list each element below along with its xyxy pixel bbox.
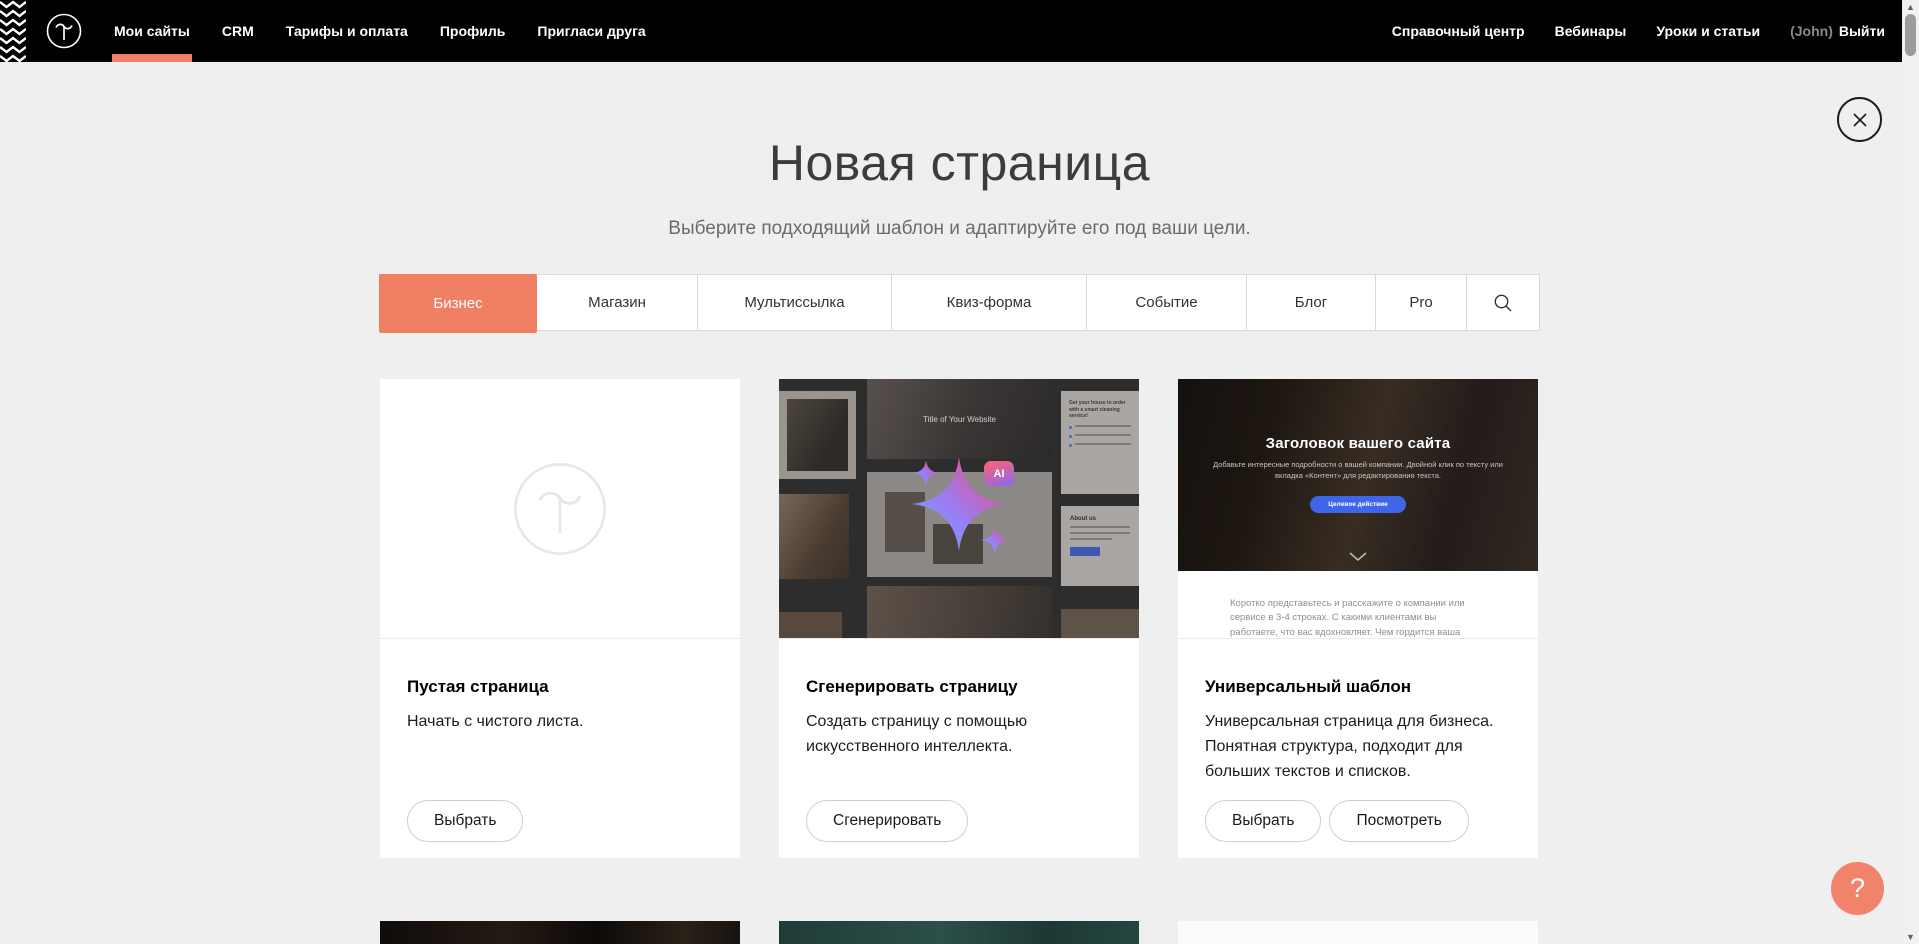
card-actions: Сгенерировать: [806, 800, 968, 842]
help-button[interactable]: ?: [1831, 862, 1884, 915]
user-session: (John) Выйти: [1790, 23, 1885, 39]
preview-tile-about-us: About us: [1061, 506, 1139, 586]
nav-item-invite-friend[interactable]: Пригласи друга: [537, 0, 645, 62]
template-category-tabs: Бизнес Магазин Мультиссылка Квиз-форма С…: [379, 274, 1540, 331]
template-hero-subtitle: Добавьте интересные подробности о вашей …: [1210, 460, 1505, 482]
ai-badge: AI: [984, 461, 1014, 486]
tab-quiz-form[interactable]: Квиз-форма: [892, 275, 1087, 330]
template-hero-title: Заголовок вашего сайта: [1178, 435, 1538, 452]
nav-item-my-sites[interactable]: Мои сайты: [114, 0, 190, 62]
card-title: Универсальный шаблон: [1205, 677, 1511, 697]
tab-event[interactable]: Событие: [1087, 275, 1247, 330]
zigzag-decoration: [0, 0, 26, 62]
nav-item-label: Уроки и статьи: [1656, 23, 1760, 39]
template-card-ai: Title of Your Website Get your house in …: [779, 379, 1139, 858]
chevron-down-icon: [1349, 552, 1367, 561]
nav-item-label: Пригласи друга: [537, 23, 645, 39]
template-grid-row2: [380, 921, 1539, 944]
scrollbar-thumb[interactable]: [1905, 14, 1916, 56]
universal-template-preview[interactable]: Заголовок вашего сайта Добавьте интересн…: [1178, 379, 1538, 639]
choose-blank-button[interactable]: Выбрать: [407, 800, 523, 842]
main-nav: Мои сайты CRM Тарифы и оплата Профиль Пр…: [114, 0, 646, 62]
nav-item-label: Вебинары: [1555, 23, 1627, 39]
nav-item-pricing[interactable]: Тарифы и оплата: [286, 0, 408, 62]
nav-item-label: Тарифы и оплата: [286, 23, 408, 39]
template-hero: Заголовок вашего сайта Добавьте интересн…: [1178, 379, 1538, 571]
card-body: Сгенерировать страницу Создать страницу …: [779, 639, 1139, 857]
close-icon: [1850, 110, 1870, 130]
nav-item-profile[interactable]: Профиль: [440, 0, 506, 62]
view-universal-button[interactable]: Посмотреть: [1329, 800, 1468, 842]
close-button[interactable]: [1837, 97, 1882, 142]
tab-multilink[interactable]: Мультиссылка: [698, 275, 892, 330]
scrollbar[interactable]: ▲ ▼: [1902, 0, 1919, 944]
preview-tile: [867, 472, 1052, 577]
blank-page-preview[interactable]: [380, 379, 740, 639]
card-body: Универсальный шаблон Универсальная стран…: [1178, 639, 1538, 857]
secondary-nav: Справочный центр Вебинары Уроки и статьи…: [1392, 0, 1885, 62]
preview-tile: [779, 494, 849, 579]
nav-item-webinars[interactable]: Вебинары: [1555, 0, 1627, 62]
nav-item-label: Справочный центр: [1392, 23, 1525, 39]
card-title: Сгенерировать страницу: [806, 677, 1112, 697]
new-page-dialog: Новая страница Выберите подходящий шабло…: [0, 134, 1919, 944]
template-preview-partial[interactable]: [380, 921, 740, 944]
preview-tile: [1061, 609, 1139, 639]
page-subtitle: Выберите подходящий шаблон и адаптируйте…: [0, 218, 1919, 240]
nav-item-label: Мои сайты: [114, 23, 190, 39]
tilda-logo[interactable]: [44, 11, 84, 51]
logout-link[interactable]: Выйти: [1839, 23, 1885, 39]
choose-universal-button[interactable]: Выбрать: [1205, 800, 1321, 842]
template-card-blank: Пустая страница Начать с чистого листа. …: [380, 379, 740, 858]
template-card-universal: Заголовок вашего сайта Добавьте интересн…: [1178, 379, 1538, 858]
card-actions: Выбрать: [407, 800, 523, 842]
tab-pro[interactable]: Pro: [1376, 275, 1467, 330]
preview-tile-cleaning: Get your house in order with a smart cle…: [1061, 391, 1139, 494]
question-mark-icon: ?: [1850, 873, 1865, 903]
tab-search[interactable]: [1467, 275, 1538, 330]
scrollbar-up-arrow[interactable]: ▲: [1902, 2, 1919, 12]
card-description: Универсальная страница для бизнеса. Поня…: [1205, 710, 1511, 784]
template-grid: Пустая страница Начать с чистого листа. …: [380, 379, 1539, 858]
template-body-text: Коротко представьтесь и расскажите о ком…: [1178, 571, 1538, 639]
card-body: Пустая страница Начать с чистого листа. …: [380, 639, 740, 857]
preview-tile: [779, 391, 856, 479]
nav-item-label: Профиль: [440, 23, 506, 39]
username: (John): [1790, 23, 1833, 39]
nav-item-lessons[interactable]: Уроки и статьи: [1656, 0, 1760, 62]
ai-generate-preview[interactable]: Title of Your Website Get your house in …: [779, 379, 1139, 639]
card-description: Создать страницу с помощью искусственног…: [806, 710, 1112, 760]
preview-tile: [779, 612, 842, 639]
preview-tile-website-title: Title of Your Website: [867, 379, 1052, 459]
preview-tile: [867, 586, 1052, 639]
tilda-watermark-icon: [512, 461, 608, 557]
template-preview-partial[interactable]: [1178, 921, 1538, 944]
generate-button[interactable]: Сгенерировать: [806, 800, 968, 842]
template-cta-button: Целевое действие: [1310, 496, 1406, 513]
template-card-partial: [380, 921, 740, 944]
nav-item-help-center[interactable]: Справочный центр: [1392, 0, 1525, 62]
scrollbar-down-arrow[interactable]: ▼: [1902, 932, 1919, 942]
tab-business[interactable]: Бизнес: [379, 274, 537, 333]
page-title: Новая страница: [0, 134, 1919, 192]
tab-shop[interactable]: Магазин: [537, 275, 698, 330]
app-window: Мои сайты CRM Тарифы и оплата Профиль Пр…: [0, 0, 1919, 944]
search-icon: [1492, 292, 1514, 314]
nav-item-label: CRM: [222, 23, 254, 39]
card-title: Пустая страница: [407, 677, 713, 697]
template-card-partial: [1178, 921, 1538, 944]
template-card-partial: [779, 921, 1139, 944]
nav-item-crm[interactable]: CRM: [222, 0, 254, 62]
top-navbar: Мои сайты CRM Тарифы и оплата Профиль Пр…: [0, 0, 1919, 62]
card-description: Начать с чистого листа.: [407, 710, 713, 735]
card-actions: Выбрать Посмотреть: [1205, 800, 1469, 842]
tab-blog[interactable]: Блог: [1247, 275, 1376, 330]
template-preview-partial[interactable]: [779, 921, 1139, 944]
